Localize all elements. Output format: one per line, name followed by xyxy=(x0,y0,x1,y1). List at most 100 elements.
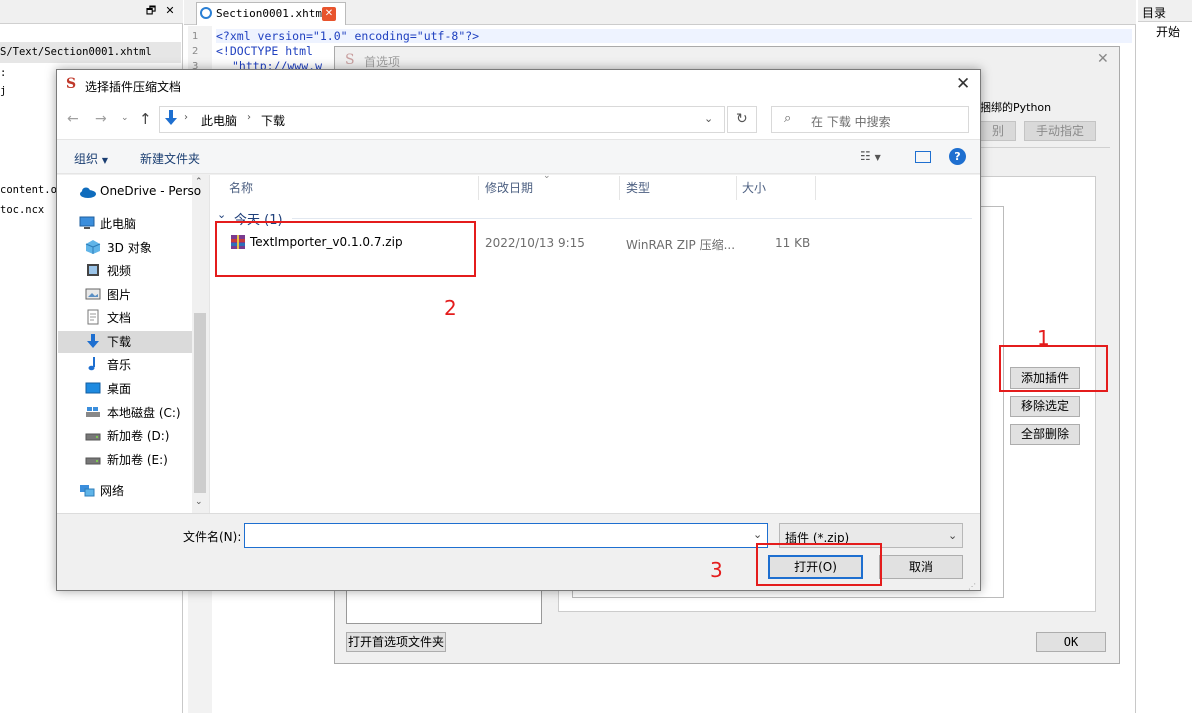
address-dropdown-icon[interactable]: ⌄ xyxy=(704,112,713,125)
toc-item[interactable]: 开始 xyxy=(1156,23,1180,40)
dialog-close-icon[interactable]: ✕ xyxy=(956,74,970,94)
resize-grip-icon[interactable]: ⋰ xyxy=(968,582,976,591)
nav-item-downloads[interactable]: 下载 xyxy=(63,330,191,352)
nav-label: 文档 xyxy=(107,311,132,325)
computer-icon xyxy=(79,215,95,231)
manual-specify-button[interactable]: 手动指定 xyxy=(1024,121,1096,141)
nav-label: 下载 xyxy=(107,335,132,349)
close-tab-icon[interactable]: ✕ xyxy=(322,7,336,21)
float-panel-icon[interactable]: 🗗 xyxy=(144,4,158,18)
preferences-title: 首选项 xyxy=(364,55,401,69)
preferences-category-list[interactable] xyxy=(346,588,542,624)
dialog-title: 选择插件压缩文档 xyxy=(85,80,182,94)
filename-input[interactable] xyxy=(244,523,768,548)
ok-button[interactable]: OK xyxy=(1036,632,1106,652)
html-file-icon xyxy=(200,7,212,19)
python-bundled-label: 捆绑的Python xyxy=(980,101,1052,114)
nav-label: 桌面 xyxy=(107,382,132,396)
group-collapse-icon[interactable]: ⌄ xyxy=(217,208,226,221)
filename-history-dropdown-icon[interactable]: ⌄ xyxy=(753,528,762,541)
drive-icon xyxy=(85,451,101,467)
file-item-toc[interactable]: toc.ncx xyxy=(0,204,44,216)
column-name[interactable]: 名称 xyxy=(229,179,253,196)
code-line: <!DOCTYPE html xyxy=(216,44,313,58)
line-number: 2 xyxy=(192,46,199,57)
breadcrumb-downloads[interactable]: 下载 xyxy=(261,112,285,129)
dropdown-caret-icon: ▼ xyxy=(101,156,108,165)
nav-item-drive-e[interactable]: 新加卷 (E:) xyxy=(63,448,191,470)
filename-label: 文件名(N): xyxy=(183,530,242,544)
forward-arrow-icon[interactable]: → xyxy=(95,111,107,127)
drive-icon xyxy=(85,427,101,443)
file-prefix: j xyxy=(0,85,7,97)
auto-detect-button[interactable]: 别 xyxy=(980,121,1016,141)
nav-item-drive-d[interactable]: 新加卷 (D:) xyxy=(63,424,191,446)
nav-item-pictures[interactable]: 图片 xyxy=(63,283,191,305)
preview-pane-icon[interactable] xyxy=(915,151,931,163)
sort-indicator-icon: ⌄ xyxy=(543,171,551,181)
nav-item-drive-c[interactable]: 本地磁盘 (C:) xyxy=(63,401,191,423)
nav-item-documents[interactable]: 文档 xyxy=(63,306,191,328)
refresh-button[interactable]: ↻ xyxy=(727,106,757,133)
annotation-box-3 xyxy=(756,543,882,586)
download-folder-icon xyxy=(164,110,178,126)
column-divider[interactable] xyxy=(736,176,737,200)
organize-menu-button[interactable]: 组织 ▼ xyxy=(74,150,108,167)
nav-item-desktop[interactable]: 桌面 xyxy=(63,377,191,399)
nav-label: 视频 xyxy=(107,264,132,278)
scroll-down-icon[interactable]: ⌄ xyxy=(195,497,203,507)
breadcrumb-separator-icon: › xyxy=(247,112,251,123)
cancel-button[interactable]: 取消 xyxy=(879,555,963,579)
help-icon[interactable]: ? xyxy=(949,148,966,165)
sigil-logo-icon: S xyxy=(66,76,77,92)
toc-panel xyxy=(1138,0,1192,713)
column-type[interactable]: 类型 xyxy=(626,179,650,196)
file-date: 2022/10/13 9:15 xyxy=(485,236,585,250)
tab-title: Section0001.xhtml xyxy=(216,7,329,20)
new-folder-button[interactable]: 新建文件夹 xyxy=(140,150,200,167)
drive-icon xyxy=(85,404,101,420)
column-date[interactable]: 修改日期 xyxy=(485,179,533,196)
recent-locations-chevron-icon[interactable]: ⌄ xyxy=(121,113,129,123)
delete-all-button[interactable]: 全部删除 xyxy=(1010,424,1080,445)
up-arrow-icon[interactable]: ↑ xyxy=(139,110,152,128)
nav-label: 新加卷 (D:) xyxy=(107,429,170,443)
close-panel-icon[interactable]: ✕ xyxy=(163,4,177,18)
group-divider xyxy=(292,218,972,219)
file-item-section[interactable]: S/Text/Section0001.xhtml xyxy=(0,46,152,58)
file-size: 11 KB xyxy=(775,236,811,250)
editor-tab[interactable]: Section0001.xhtml ✕ xyxy=(196,2,346,25)
nav-label: 本地磁盘 (C:) xyxy=(107,406,181,420)
nav-item-onedrive[interactable]: OneDrive - Perso xyxy=(63,181,201,203)
search-box[interactable]: ⌕ 在 下载 中搜索 xyxy=(771,106,969,133)
column-divider[interactable] xyxy=(619,176,620,200)
nav-item-3d-objects[interactable]: 3D 对象 xyxy=(63,236,191,258)
sigil-logo-icon: S xyxy=(345,52,355,68)
network-icon xyxy=(79,482,95,498)
nav-item-network[interactable]: 网络 xyxy=(63,479,191,501)
column-divider[interactable] xyxy=(478,176,479,200)
annotation-number-1: 1 xyxy=(1037,326,1050,350)
search-placeholder: 在 下载 中搜索 xyxy=(811,115,891,129)
back-arrow-icon[interactable]: ← xyxy=(67,111,79,127)
address-bar[interactable] xyxy=(159,106,725,133)
breadcrumb-this-pc[interactable]: 此电脑 xyxy=(201,112,237,129)
toc-title: 目录 xyxy=(1142,6,1167,20)
dialog-titlebar xyxy=(57,70,980,101)
nav-label: 音乐 xyxy=(107,358,132,372)
column-size[interactable]: 大小 xyxy=(742,179,766,196)
nav-item-music[interactable]: 音乐 xyxy=(63,353,191,375)
file-item-content-opf[interactable]: content.o xyxy=(0,184,57,196)
search-icon: ⌕ xyxy=(784,111,792,126)
open-preferences-folder-button[interactable]: 打开首选项文件夹 xyxy=(346,632,446,652)
view-options-icon[interactable]: ☷ ▼ xyxy=(860,149,881,163)
file-prefix: : xyxy=(0,67,7,79)
nav-label: 图片 xyxy=(107,288,132,302)
nav-item-this-pc[interactable]: 此电脑 xyxy=(63,212,191,234)
scroll-thumb[interactable] xyxy=(194,313,206,493)
nav-item-videos[interactable]: 视频 xyxy=(63,259,191,281)
preferences-close-icon[interactable]: ✕ xyxy=(1097,51,1109,67)
remove-selected-button[interactable]: 移除选定 xyxy=(1010,396,1080,417)
nav-scrollbar[interactable]: ⌃ ⌄ xyxy=(192,175,208,513)
column-divider[interactable] xyxy=(815,176,816,200)
